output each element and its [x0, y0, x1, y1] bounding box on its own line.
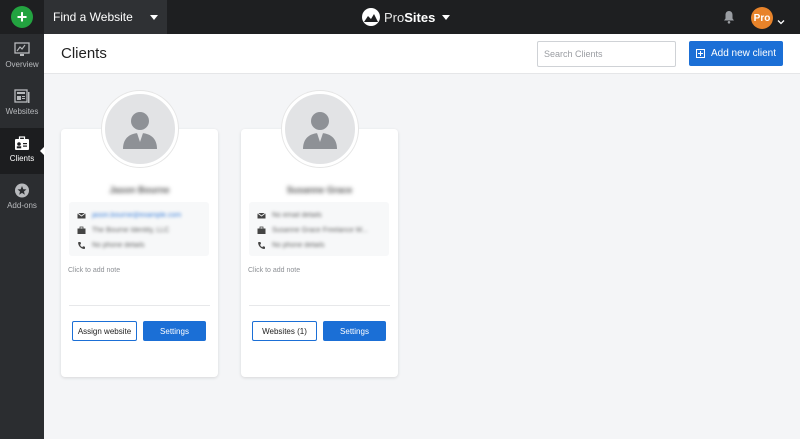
client-phone: No phone details — [92, 241, 145, 249]
caret-down-icon — [150, 15, 158, 20]
star-icon — [15, 183, 29, 198]
settings-button[interactable]: Settings — [143, 321, 206, 341]
client-name: Susanne Grace — [286, 185, 353, 195]
sidebar-item-overview[interactable]: Overview — [0, 34, 44, 80]
prosites-logo-menu[interactable]: Pro Sites — [362, 6, 451, 28]
briefcase-icon — [77, 226, 86, 234]
client-company: Susanne Grace Freelance W... — [272, 226, 368, 234]
client-company: The Bourne Identity, LLC — [92, 226, 170, 234]
briefcase-icon — [257, 226, 266, 234]
caret-down-icon — [442, 14, 451, 20]
clients-icon — [15, 136, 29, 150]
search-clients-input[interactable] — [537, 41, 676, 67]
prosites-logo-icon — [362, 8, 380, 26]
person-silhouette-icon — [123, 112, 157, 149]
page-title: Clients — [61, 45, 107, 62]
website-selector-label: Find a Website — [53, 10, 133, 24]
contact-email-row: No email details — [257, 208, 382, 222]
contact-company-row: The Bourne Identity, LLC — [77, 223, 202, 237]
person-silhouette-icon — [303, 112, 337, 149]
sidebar-item-label: Overview — [5, 60, 39, 69]
contact-info: No email details Susanne Grace Freelance… — [249, 202, 389, 256]
create-button[interactable]: + — [0, 0, 44, 34]
envelope-icon — [77, 212, 86, 218]
contact-phone-row: No phone details — [77, 238, 202, 252]
sidebar-item-add-ons[interactable]: Add-ons — [0, 175, 44, 221]
client-avatar — [102, 91, 178, 167]
client-name: Jason Bourne — [109, 185, 170, 195]
website-selector[interactable]: Find a Website — [44, 0, 167, 34]
brand-name-part: Pro — [384, 9, 405, 25]
envelope-icon — [257, 212, 266, 218]
chevron-down-icon[interactable] — [777, 13, 785, 25]
sidebar: Overview Websites Clients Add-ons — [0, 34, 45, 439]
assign-website-button[interactable]: Assign website — [72, 321, 137, 341]
sidebar-item-websites[interactable]: Websites — [0, 81, 44, 127]
add-new-client-button[interactable]: Add new client — [689, 41, 783, 66]
client-phone: No phone details — [272, 241, 325, 249]
sidebar-item-label: Websites — [5, 107, 39, 116]
websites-button[interactable]: Websites (1) — [252, 321, 317, 341]
contact-company-row: Susanne Grace Freelance W... — [257, 223, 382, 237]
client-avatar — [282, 91, 358, 167]
top-bar: + Find a Website Pro Sites Pro — [0, 0, 800, 34]
active-indicator — [40, 146, 45, 156]
contact-info: jason.bourne@example.com The Bourne Iden… — [69, 202, 209, 256]
phone-icon — [258, 241, 265, 249]
bell-icon[interactable] — [723, 10, 735, 24]
sidebar-item-label: Add-ons — [7, 201, 37, 210]
contact-email-row: jason.bourne@example.com — [77, 208, 202, 222]
add-new-client-label: Add new client — [710, 48, 777, 59]
add-note-link[interactable]: Click to add note — [248, 267, 300, 274]
phone-icon — [78, 241, 85, 249]
plus-icon: + — [11, 6, 33, 28]
sidebar-item-clients[interactable]: Clients — [0, 128, 45, 174]
monitor-icon — [14, 42, 30, 56]
page-header: Clients Add new client — [44, 34, 800, 74]
add-note-link[interactable]: Click to add note — [68, 267, 120, 274]
client-email[interactable]: jason.bourne@example.com — [92, 212, 181, 219]
client-email: No email details — [272, 211, 322, 219]
websites-icon — [14, 89, 30, 103]
contact-phone-row: No phone details — [257, 238, 382, 252]
sidebar-item-label: Clients — [9, 154, 35, 163]
brand-name-part-bold: Sites — [404, 9, 436, 25]
add-square-icon — [695, 49, 705, 58]
divider — [249, 305, 390, 306]
divider — [69, 305, 210, 306]
account-avatar[interactable]: Pro — [751, 7, 773, 29]
settings-button[interactable]: Settings — [323, 321, 386, 341]
